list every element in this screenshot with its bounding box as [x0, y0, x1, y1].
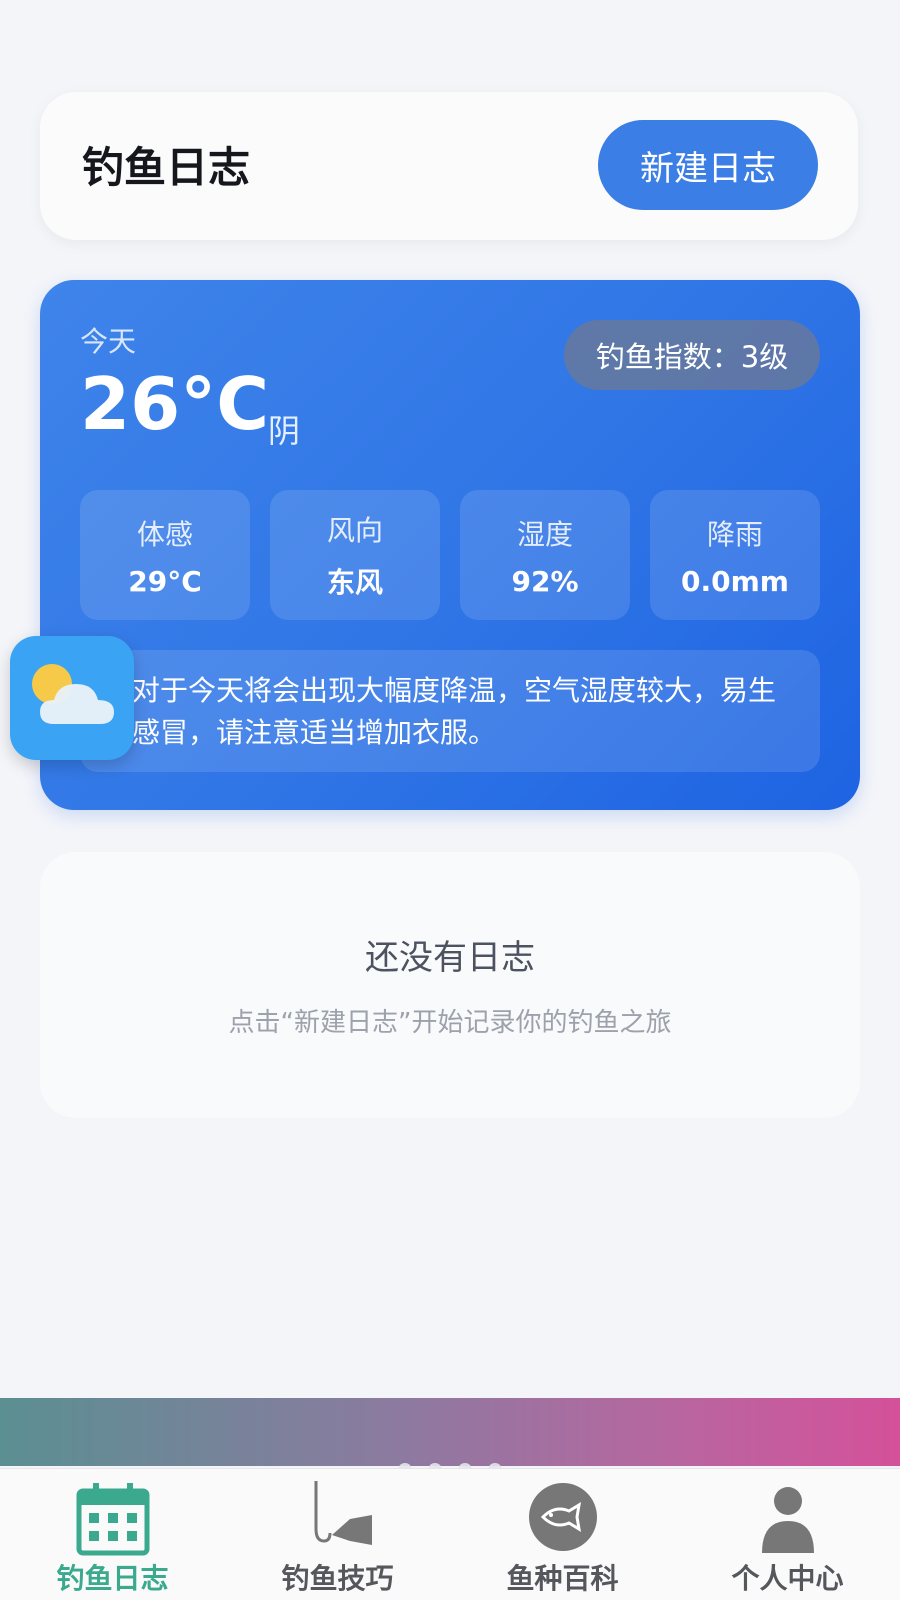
weather-card: 今天 26°C 阴 钓鱼指数：3级 体感 29°C 风向 东风 湿度 92% 降…	[40, 280, 860, 810]
fishing-index-badge: 钓鱼指数：3级	[564, 320, 820, 390]
stat-value: 92%	[511, 564, 579, 598]
nav-item-fishing-tips[interactable]: 钓鱼技巧	[225, 1469, 450, 1600]
empty-state-subtitle: 点击“新建日志”开始记录你的钓鱼之旅	[228, 1008, 672, 1038]
nav-item-fish-encyclopedia[interactable]: 鱼种百科	[450, 1469, 675, 1600]
stat-label: 风向	[326, 514, 383, 547]
weather-tip: 对于今天将会出现大幅度降温，空气湿度较大，易生感冒，请注意适当增加衣服。	[80, 650, 820, 772]
weather-stats: 体感 29°C 风向 东风 湿度 92% 降雨 0.0mm	[80, 490, 820, 620]
nav-item-profile[interactable]: 个人中心	[675, 1469, 900, 1600]
calendar-icon	[76, 1483, 149, 1556]
nav-label: 钓鱼技巧	[281, 1562, 394, 1595]
stat-label: 湿度	[516, 517, 573, 551]
partly-cloudy-icon	[32, 664, 114, 724]
header-card: 钓鱼日志 新建日志	[40, 92, 858, 240]
stat-rainfall: 降雨 0.0mm	[650, 490, 820, 620]
stat-value: 东风	[326, 566, 383, 599]
user-icon	[761, 1487, 814, 1553]
app-screen: 钓鱼日志 新建日志 今天 26°C 阴 钓鱼指数：3级 体感 29°C 风向 东…	[0, 0, 900, 1600]
nav-label: 个人中心	[731, 1562, 844, 1595]
fish-icon	[528, 1483, 597, 1551]
promo-banner[interactable]	[0, 1398, 900, 1466]
nav-label: 钓鱼日志	[56, 1562, 169, 1595]
page-title: 钓鱼日志	[82, 143, 251, 192]
stat-value: 0.0mm	[681, 564, 789, 598]
bottom-nav: 钓鱼日志 钓鱼技巧 鱼种百科 个人中心	[0, 1468, 900, 1600]
stat-wind-direction: 风向 东风	[270, 490, 440, 620]
weather-condition: 阴	[268, 412, 301, 450]
day-label: 今天	[80, 325, 137, 358]
temperature: 26°C	[80, 362, 270, 446]
stat-label: 降雨	[706, 517, 763, 551]
floating-weather-button[interactable]	[10, 636, 134, 760]
fishing-hook-icon	[314, 1481, 372, 1545]
empty-state: 还没有日志 点击“新建日志”开始记录你的钓鱼之旅	[40, 852, 860, 1118]
empty-state-title: 还没有日志	[365, 938, 535, 978]
stat-label: 体感	[136, 517, 193, 551]
stat-humidity: 湿度 92%	[460, 490, 630, 620]
weather-tip-text: 对于今天将会出现大幅度降温，空气湿度较大，易生感冒，请注意适当增加衣服。	[132, 674, 777, 749]
stat-value: 29°C	[128, 564, 202, 598]
new-log-button[interactable]: 新建日志	[598, 120, 818, 210]
nav-item-fishing-log[interactable]: 钓鱼日志	[0, 1469, 225, 1600]
stat-feels-like: 体感 29°C	[80, 490, 250, 620]
nav-label: 鱼种百科	[506, 1562, 619, 1595]
